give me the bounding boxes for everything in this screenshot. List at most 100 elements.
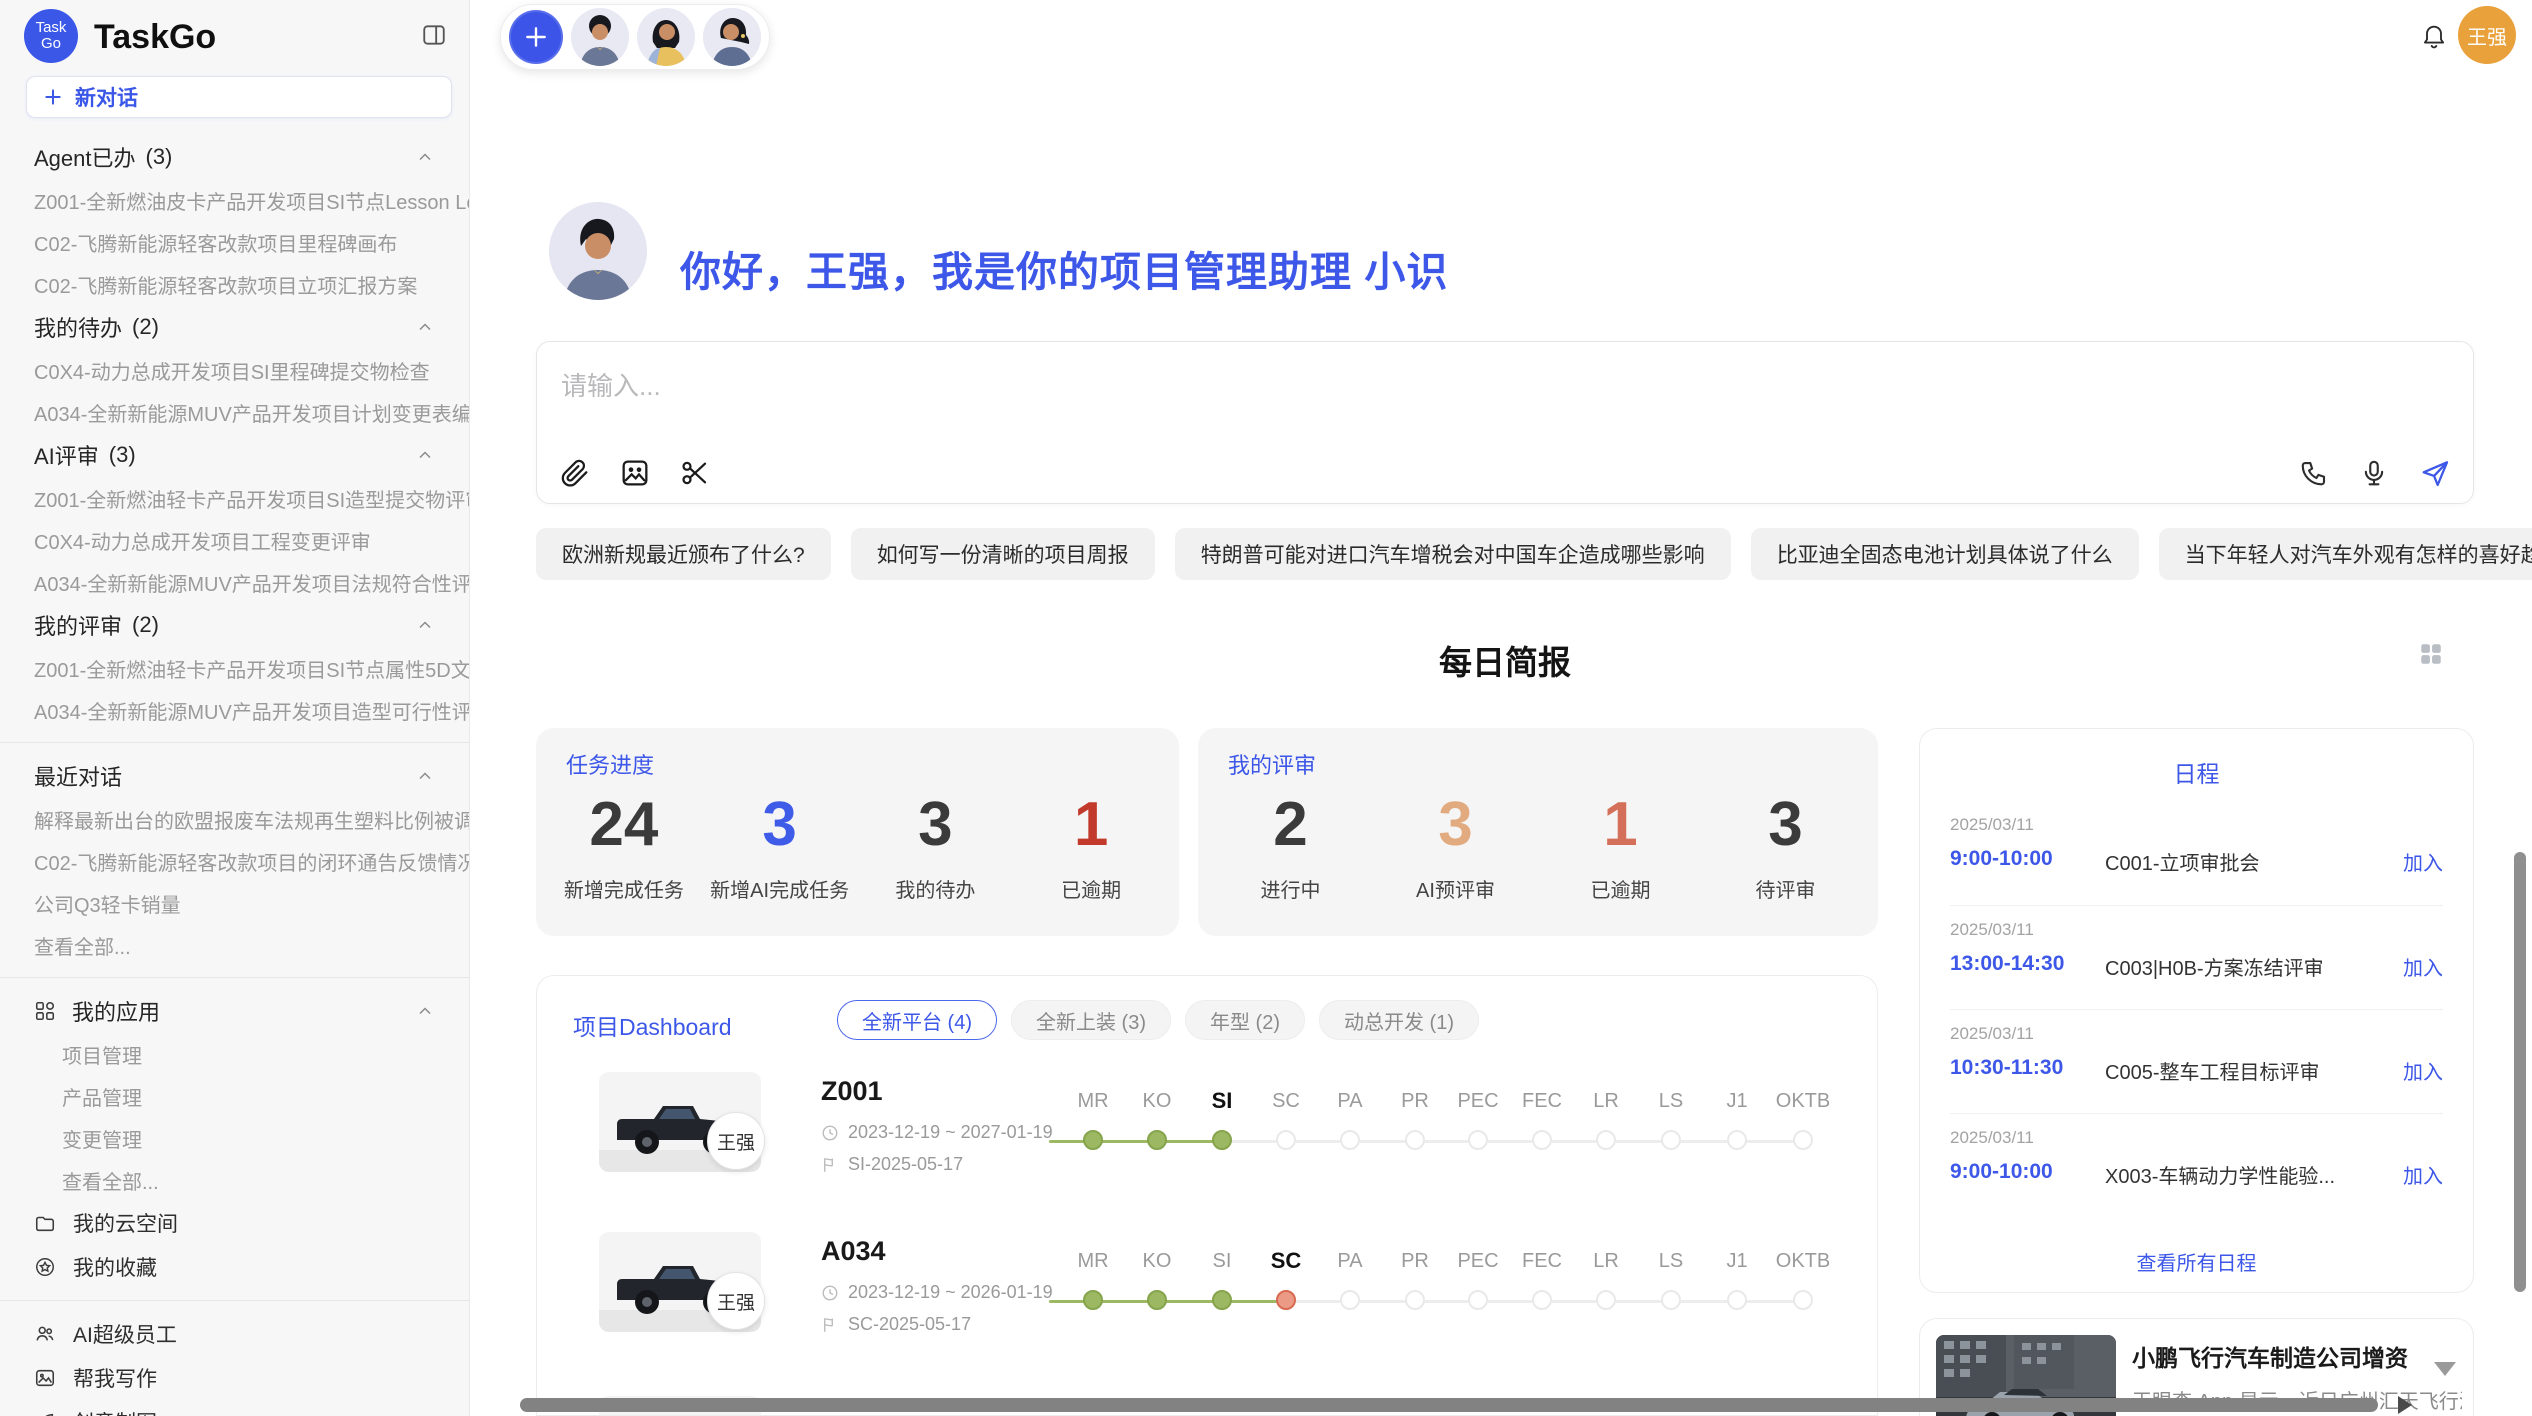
list-item[interactable]: C0X4-动力总成开发项目工程变更评审 <box>0 519 469 561</box>
section-header-my-todo[interactable]: 我的待办 (2) <box>0 305 469 349</box>
notifications-bell-icon[interactable] <box>2420 22 2448 50</box>
suggestion-chip[interactable]: 欧洲新规最近颁布了什么? <box>536 528 831 580</box>
clock-icon <box>821 1124 839 1142</box>
schedule-card: 日程 2025/03/11 9:00-10:00 C001-立项审批会 加入 2… <box>1919 728 2474 1293</box>
section-header-ai-review[interactable]: AI评审 (3) <box>0 433 469 477</box>
project-code[interactable]: A034 <box>821 1236 886 1267</box>
chat-input-card[interactable]: 请输入... <box>536 341 2474 504</box>
chat-input-placeholder[interactable]: 请输入... <box>561 366 661 403</box>
join-link[interactable]: 加入 <box>2403 952 2443 981</box>
sidebar-item-cloud-space[interactable]: 我的云空间 <box>0 1201 469 1245</box>
schedule-title: 日程 <box>1920 755 2473 789</box>
section-count: (3) <box>109 442 136 468</box>
image-upload-icon[interactable] <box>619 457 651 489</box>
user-avatar[interactable]: 王强 <box>2458 6 2516 64</box>
view-all-schedule-link[interactable]: 查看所有日程 <box>1920 1247 2473 1276</box>
tab-powertrain[interactable]: 动总开发 (1) <box>1319 1000 1479 1040</box>
list-item[interactable]: A034-全新新能源MUV产品开发项目法规符合性评审 <box>0 561 469 603</box>
list-item[interactable]: A034-全新新能源MUV产品开发项目造型可行性评审 <box>0 689 469 731</box>
flag-icon <box>821 1156 839 1174</box>
section-header-my-apps[interactable]: 我的应用 <box>0 989 469 1033</box>
microphone-icon[interactable] <box>2359 458 2389 488</box>
news-title[interactable]: 小鹏飞行汽车制造公司增资 <box>2132 1339 2408 1373</box>
input-left-tools <box>559 457 711 489</box>
app-logo[interactable]: Task Go <box>24 9 78 63</box>
project-code[interactable]: Z001 <box>821 1076 883 1107</box>
plus-icon <box>523 24 549 50</box>
section-header-recent[interactable]: 最近对话 <box>0 754 469 798</box>
schedule-item[interactable]: 2025/03/11 9:00-10:00 C001-立项审批会 加入 <box>1950 801 2443 905</box>
divider <box>0 1300 469 1301</box>
send-icon[interactable] <box>2419 457 2451 489</box>
join-link[interactable]: 加入 <box>2403 847 2443 876</box>
card-title: 我的评审 <box>1228 748 1316 780</box>
tab-year-model[interactable]: 年型 (2) <box>1185 1000 1305 1040</box>
tab-new-platform[interactable]: 全新平台 (4) <box>837 1000 997 1040</box>
new-chat-button[interactable]: 新对话 <box>26 76 452 118</box>
join-link[interactable]: 加入 <box>2403 1056 2443 1085</box>
horizontal-scrollbar[interactable] <box>520 1398 2378 1412</box>
flag-icon <box>821 1316 839 1334</box>
scissors-icon[interactable] <box>679 457 711 489</box>
divider <box>0 742 469 743</box>
sidebar-item-favorites[interactable]: 我的收藏 <box>0 1245 469 1289</box>
star-badge-icon <box>34 1256 56 1278</box>
list-item[interactable]: C02-飞腾新能源轻客改款项目立项汇报方案 <box>0 263 469 305</box>
sidebar-item-product-mgmt[interactable]: 产品管理 <box>0 1075 469 1117</box>
chevron-up-icon[interactable] <box>415 445 435 465</box>
app-window: Task Go TaskGo 新对话 Agent已办 (3) Z001-全新燃油… <box>0 0 2532 1416</box>
section-header-my-review[interactable]: 我的评审 (2) <box>0 603 469 647</box>
list-item-view-all[interactable]: 查看全部... <box>0 924 469 966</box>
sidebar-item-ai-super-staff[interactable]: AI超级员工 <box>0 1312 469 1356</box>
sidebar-collapse-icon[interactable] <box>421 22 447 48</box>
sidebar-item-creative-drawing[interactable]: 创意制图 <box>0 1400 469 1416</box>
phone-icon[interactable] <box>2299 458 2329 488</box>
chevron-up-icon[interactable] <box>415 615 435 635</box>
list-item[interactable]: C0X4-动力总成开发项目SI里程碑提交物检查 <box>0 349 469 391</box>
list-item[interactable]: Z001-全新燃油皮卡产品开发项目SI节点Lesson Learn报告 <box>0 179 469 221</box>
vertical-scrollbar[interactable] <box>2514 852 2526 1292</box>
sidebar-item-help-me-write[interactable]: 帮我写作 <box>0 1356 469 1400</box>
chevron-up-icon[interactable] <box>415 147 435 167</box>
avatar[interactable] <box>637 8 695 66</box>
avatar[interactable] <box>703 8 761 66</box>
suggestion-chip[interactable]: 如何写一份清晰的项目周报 <box>851 528 1155 580</box>
list-item[interactable]: A034-全新新能源MUV产品开发项目计划变更表编写 <box>0 391 469 433</box>
divider <box>0 977 469 978</box>
schedule-item[interactable]: 2025/03/11 13:00-14:30 C003|H0B-方案冻结评审 加… <box>1950 905 2443 1010</box>
suggestion-chip[interactable]: 比亚迪全固态电池计划具体说了什么 <box>1751 528 2139 580</box>
list-item[interactable]: Z001-全新燃油轻卡产品开发项目SI节点属性5D文件评审 <box>0 647 469 689</box>
join-link[interactable]: 加入 <box>2403 1160 2443 1189</box>
item-label: 帮我写作 <box>73 1363 157 1393</box>
section-header-agent-done[interactable]: Agent已办 (3) <box>0 135 469 179</box>
list-item[interactable]: 解释最新出台的欧盟报废车法规再生塑料比例被调至15%... <box>0 798 469 840</box>
add-agent-button[interactable] <box>509 10 563 64</box>
app-title: TaskGo <box>94 18 216 57</box>
layout-grid-icon[interactable] <box>2418 641 2444 667</box>
section-title: 我的应用 <box>72 995 160 1027</box>
scroll-right-arrow[interactable] <box>2398 1396 2412 1414</box>
suggestion-chip[interactable]: 特朗普可能对进口汽车增税会对中国车企造成哪些影响 <box>1175 528 1731 580</box>
project-dates: 2023-12-19 ~ 2026-01-19 <box>821 1282 1053 1303</box>
list-item[interactable]: Z001-全新燃油轻卡产品开发项目SI造型提交物评审 <box>0 477 469 519</box>
list-item[interactable]: 公司Q3轻卡销量 <box>0 882 469 924</box>
chevron-up-icon[interactable] <box>415 766 435 786</box>
scroll-down-arrow[interactable] <box>2434 1362 2456 1376</box>
chevron-up-icon[interactable] <box>415 317 435 337</box>
section-title: Agent已办 <box>34 141 136 173</box>
avatar[interactable] <box>571 8 629 66</box>
sidebar-item-view-all-apps[interactable]: 查看全部... <box>0 1159 469 1201</box>
sidebar-item-change-mgmt[interactable]: 变更管理 <box>0 1117 469 1159</box>
schedule-item[interactable]: 2025/03/11 9:00-10:00 X003-车辆动力学性能验... 加… <box>1950 1113 2443 1218</box>
tab-new-body[interactable]: 全新上装 (3) <box>1011 1000 1171 1040</box>
logo-line2: Go <box>41 36 61 52</box>
sidebar: Task Go TaskGo 新对话 Agent已办 (3) Z001-全新燃油… <box>0 0 470 1416</box>
schedule-item[interactable]: 2025/03/11 10:30-11:30 C005-整车工程目标评审 加入 <box>1950 1009 2443 1114</box>
list-item[interactable]: C02-飞腾新能源轻客改款项目里程碑画布 <box>0 221 469 263</box>
attachment-icon[interactable] <box>559 457 591 489</box>
chevron-up-icon[interactable] <box>415 1001 435 1021</box>
sidebar-item-project-mgmt[interactable]: 项目管理 <box>0 1033 469 1075</box>
new-chat-label: 新对话 <box>75 82 138 112</box>
suggestion-chip[interactable]: 当下年轻人对汽车外观有怎样的喜好趋势 <box>2159 528 2532 580</box>
list-item[interactable]: C02-飞腾新能源轻客改款项目的闭环通告反馈情况 <box>0 840 469 882</box>
